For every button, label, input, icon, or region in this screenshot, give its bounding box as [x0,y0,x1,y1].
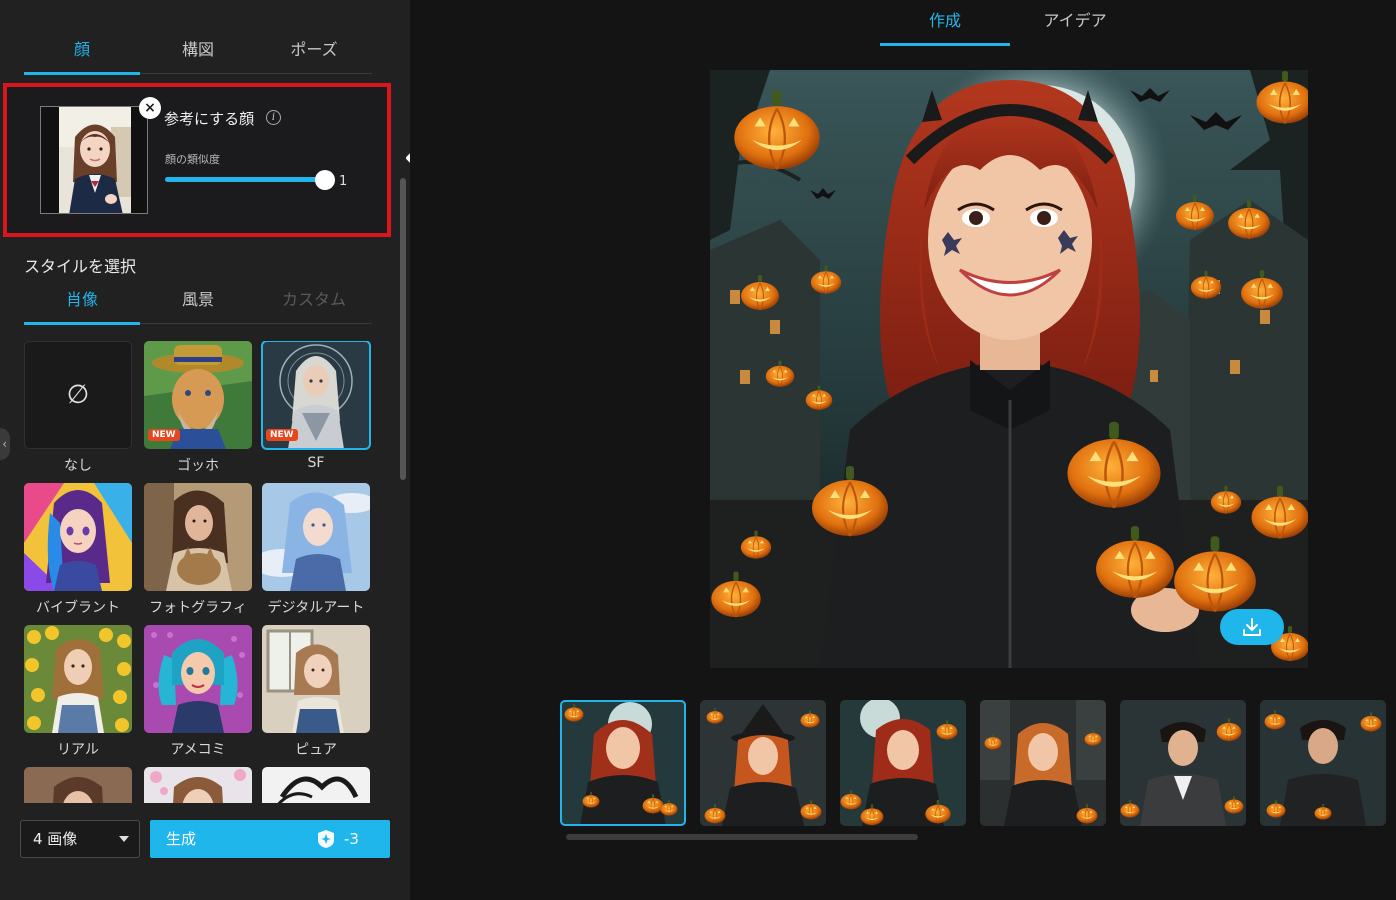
style-sf[interactable]: NEW SF [261,341,371,471]
credit-icon [318,830,334,848]
generated-image [710,70,1308,668]
face-similarity-slider[interactable] [165,170,335,190]
tab-pose[interactable]: ポーズ [256,30,372,73]
slider-knob[interactable] [315,170,335,190]
style-scrollbar[interactable] [400,178,406,480]
mode-tabs: 作成 アイデア [880,0,1140,46]
style-more-3[interactable] [262,767,370,803]
result-thumbnail-4[interactable] [980,700,1106,826]
style-thumbnail [24,625,132,733]
reference-tabs: 顔 構図 ポーズ [24,30,372,75]
image-count-value: 4 画像 [33,830,78,848]
generate-cost: -3 [344,830,359,848]
remove-reference-button[interactable]: × [139,97,161,119]
style-label: ピュア [295,742,337,758]
download-icon [1243,618,1261,636]
reference-face-title: 参考にする顔 [164,110,255,128]
tab-custom: カスタム [281,290,346,309]
result-thumbnails [560,700,1396,828]
face-similarity-value: 1 [339,174,348,189]
style-vibrant[interactable]: バイブラント [24,483,132,617]
chevron-down-icon [119,836,129,842]
tab-landscape[interactable]: 風景 [140,280,256,323]
style-more-1[interactable] [24,767,132,803]
style-label: SF [307,455,325,471]
style-digital-art[interactable]: デジタルアート [262,483,370,617]
style-real[interactable]: リアル [24,625,132,759]
tab-face[interactable]: 顔 [24,30,140,75]
style-label: バイブラント [36,600,120,616]
style-label: フォトグラフィ [149,600,247,616]
style-thumbnail [144,483,252,591]
style-thumbnail [144,625,252,733]
result-thumbnail-3[interactable] [840,700,966,826]
style-label: リアル [57,742,99,758]
slider-fill [165,177,325,182]
reference-face-card: × 参考にする顔 i 顔の類似度 1 [3,83,391,237]
tab-create[interactable]: 作成 [880,0,1010,46]
style-label: ゴッホ [177,458,219,474]
result-thumbnail-5[interactable] [1120,700,1246,826]
tab-composition[interactable]: 構図 [140,30,256,73]
tab-portrait[interactable]: 肖像 [24,280,140,325]
style-more-2[interactable] [144,767,252,803]
style-label: デジタルアート [267,600,365,616]
result-thumbnail-2[interactable] [700,700,826,826]
result-thumbnail-1[interactable] [560,700,686,826]
style-thumbnail [144,767,252,803]
download-button[interactable] [1220,609,1284,645]
style-thumbnail [262,767,370,803]
chevron-left-icon[interactable]: ‹ [0,428,10,460]
result-thumbnail-6[interactable] [1260,700,1386,826]
settings-panel: 顔 構図 ポーズ × 参考にする顔 i 顔の類似度 1 スタイルを選択 肖像 風… [0,0,410,900]
style-pure[interactable]: ピュア [262,625,370,759]
style-label: なし [64,458,92,474]
style-grid: ∅ なし NEW ゴッホ NEW SF バイブラント フォトグラフィ デジタルア… [24,341,374,803]
new-badge: NEW [266,429,298,441]
tab-ideas[interactable]: アイデア [1010,0,1140,46]
style-none[interactable]: ∅ なし [24,341,132,475]
generate-label: 生成 [166,830,197,848]
reference-face-image[interactable] [40,106,148,214]
style-thumbnail [24,483,132,591]
face-similarity-label: 顔の類似度 [165,153,220,166]
style-thumbnail: NEW [144,341,252,449]
info-icon[interactable]: i [266,110,281,125]
style-label: アメコミ [170,742,226,758]
result-panel: 作成 アイデア [410,0,1396,900]
generate-button[interactable]: 生成 -3 [150,820,390,858]
style-thumbnail: NEW [261,341,371,450]
style-thumbnail [262,625,370,733]
style-american-comics[interactable]: アメコミ [144,625,252,759]
style-gogh[interactable]: NEW ゴッホ [144,341,252,475]
thumbnail-scrollbar[interactable] [566,834,918,840]
style-category-tabs: 肖像 風景 カスタム [24,280,372,325]
style-section-title: スタイルを選択 [24,257,137,276]
style-thumbnail [24,767,132,803]
style-thumbnail [262,483,370,591]
image-count-select[interactable]: 4 画像 [20,820,140,858]
new-badge: NEW [148,429,180,441]
style-photography[interactable]: フォトグラフィ [144,483,252,617]
none-icon: ∅ [24,341,132,449]
